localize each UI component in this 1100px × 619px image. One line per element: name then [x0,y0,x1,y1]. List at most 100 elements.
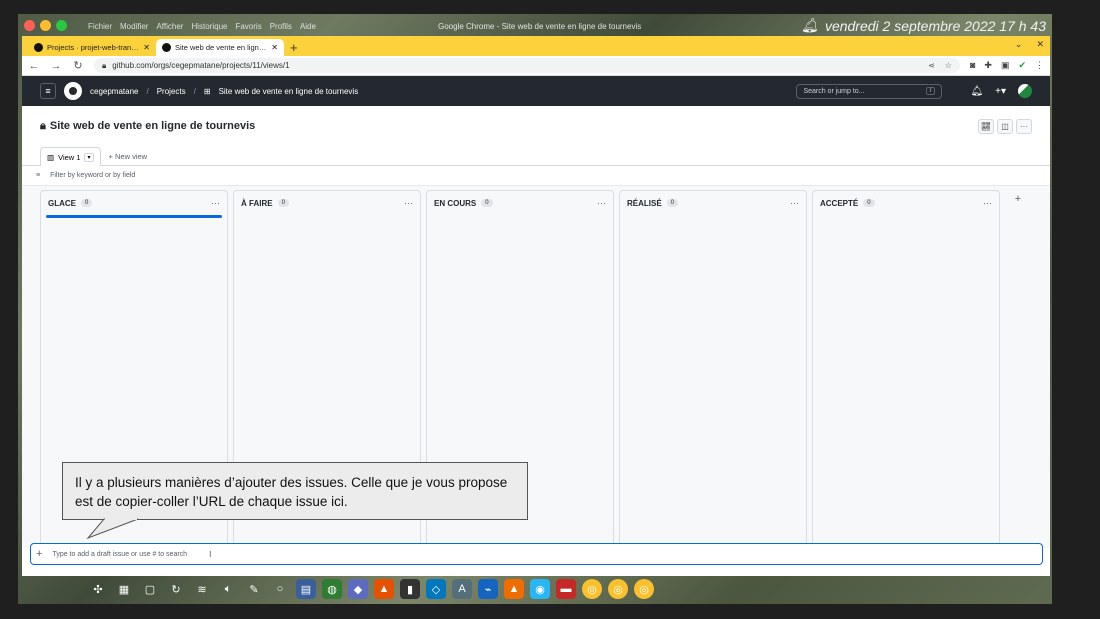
side-panel-icon[interactable]: ◫ [997,118,1013,134]
virtualbox-icon[interactable]: ◆ [348,579,368,599]
close-tab-icon[interactable]: ✕ [143,43,150,52]
pen-icon[interactable]: ✎ [244,579,264,599]
chrome-icon[interactable]: ◎ [582,579,602,599]
app-icon[interactable]: ◇ [426,579,446,599]
header-actions: 🔔︎ +▾ [970,84,1032,98]
camera-icon[interactable]: ◙ [970,60,975,71]
chrome-icon[interactable]: ◎ [634,579,654,599]
vscode-icon[interactable]: ⌁ [478,579,498,599]
draft-issue-input[interactable]: + Type to add a draft issue or use # to … [30,543,1043,565]
os-menu-bar: Fichier Modifier Afficher Historique Fav… [18,14,1052,38]
share-icon[interactable]: ⋖ [928,61,935,70]
column-menu-icon[interactable]: ··· [790,198,799,208]
window-icon[interactable]: ▢ [140,579,160,599]
grid-icon[interactable]: ▦ [114,579,134,599]
callout-pointer [86,518,139,540]
dock-app-icon[interactable]: ✣ [88,579,108,599]
column-title: GLACE [48,198,76,208]
sync-icon[interactable]: ↻ [166,579,186,599]
clock: 🔔︎ vendredi 2 septembre 2022 17 h 43 [801,17,1046,34]
check-extension-icon[interactable]: ✔ [1018,60,1026,71]
column-menu-icon[interactable]: ··· [404,198,413,208]
vlc-icon[interactable]: ▲ [504,579,524,599]
column-menu-icon[interactable]: ··· [983,198,992,208]
app-icon[interactable]: ▲ [374,579,394,599]
minimize-window-icon[interactable] [40,20,51,31]
menu-item[interactable]: Historique [191,22,227,31]
column-count: 0 [277,199,289,207]
forward-icon[interactable]: → [50,60,62,72]
bookmark-star-icon[interactable]: ☆ [945,61,952,70]
browser-tab-project-board[interactable]: Site web de vente en ligne de ✕ [156,39,284,56]
maximize-window-icon[interactable] [56,20,67,31]
filter-input[interactable]: Filter by keyword or by field [50,172,135,179]
menu-item[interactable]: Modifier [120,22,148,31]
filter-bar[interactable]: ≡ Filter by keyword or by field [22,166,1050,186]
column-menu-icon[interactable]: ··· [597,198,606,208]
column-header: À FAIRE 0 ··· [234,191,420,215]
column-count: 0 [81,199,93,207]
column-header: EN COURS 0 ··· [427,191,613,215]
circle-icon[interactable]: ○ [270,579,290,599]
text-cursor-icon: I [209,549,212,559]
close-window-icon[interactable] [24,20,35,31]
kebab-menu-icon[interactable]: ⋮ [1035,60,1044,71]
column-menu-icon[interactable]: ··· [211,198,220,208]
new-tab-button[interactable]: + [290,40,298,55]
app-icon[interactable]: ▬ [556,579,576,599]
search-input[interactable]: Search or jump to... / [796,83,943,99]
back-icon[interactable]: ← [28,60,40,72]
tab-search-icon[interactable]: ⌄ [1015,39,1023,50]
new-view-button[interactable]: + New view [109,152,148,165]
url-field[interactable]: 🔒︎ github.com/orgs/cegepmatane/projects/… [94,58,960,73]
plus-icon: + [36,548,43,560]
breadcrumb-project[interactable]: Site web de vente en ligne de tournevis [219,87,359,96]
filter-icon: ≡ [36,172,41,179]
hamburger-menu-icon[interactable]: ≡ [40,83,56,99]
app-icon[interactable]: ▤ [296,579,316,599]
search-placeholder: Search or jump to... [803,87,865,95]
menu-item[interactable]: Favoris [235,22,261,31]
sidepanel-icon[interactable]: ▣ [1001,60,1010,71]
column-count: 0 [666,199,679,207]
breadcrumb-org[interactable]: cegepmatane [90,87,138,96]
add-column-button[interactable]: + [1009,190,1027,208]
column-count: 0 [863,199,875,207]
window-controls [24,20,67,31]
project-header: 🔒︎ Site web de vente en ligne de tournev… [22,106,1050,146]
chevron-down-icon[interactable]: ▾ [84,152,94,162]
menu-item[interactable]: Aide [300,22,316,31]
menu-item[interactable]: Profils [270,22,292,31]
puzzle-icon[interactable]: ✚ [984,60,992,71]
app-icon[interactable]: ◉ [530,579,550,599]
terminal-icon[interactable]: ▮ [400,579,420,599]
breadcrumb-projects[interactable]: Projects [157,87,186,96]
app-menus: Fichier Modifier Afficher Historique Fav… [88,22,316,31]
view-tabs: ▥ View 1 ▾ + New view [22,146,1050,166]
volume-icon[interactable]: 🔈︎ [218,579,238,599]
github-logo-icon[interactable] [64,82,82,100]
close-window-icon[interactable]: ✕ [1036,39,1044,50]
tab-view-1[interactable]: ▥ View 1 ▾ [40,147,101,166]
browser-tab-projects[interactable]: Projects · projet-web-transac ✕ [28,39,156,56]
board-column-accepte: ACCEPTÉ 0 ··· [812,190,1000,550]
extensions-bar: ◙ ✚ ▣ ✔ ⋮ [970,60,1044,71]
app-icon[interactable]: ◍ [322,579,342,599]
bell-icon[interactable]: 🔔︎ [801,17,819,34]
chrome-icon[interactable]: ◎ [608,579,628,599]
create-new-plus-icon[interactable]: +▾ [995,86,1006,97]
app-icon[interactable]: A [452,579,472,599]
window-title: Google Chrome - Site web de vente en lig… [438,21,642,31]
github-favicon-icon [162,43,171,52]
screen: Fichier Modifier Afficher Historique Fav… [0,0,1100,619]
reload-icon[interactable]: ↻ [72,59,84,72]
close-tab-icon[interactable]: ✕ [271,43,278,52]
wifi-icon[interactable]: ≋ [192,579,212,599]
menu-item[interactable]: Afficher [156,22,183,31]
page-title: 🔒︎ Site web de vente en ligne de tournev… [40,120,255,133]
more-options-icon[interactable]: ··· [1016,118,1032,134]
menu-item[interactable]: Fichier [88,22,112,31]
insights-chart-icon[interactable]: 📈︎ [978,118,994,134]
avatar[interactable] [1018,84,1032,98]
notifications-bell-icon[interactable]: 🔔︎ [970,86,983,97]
